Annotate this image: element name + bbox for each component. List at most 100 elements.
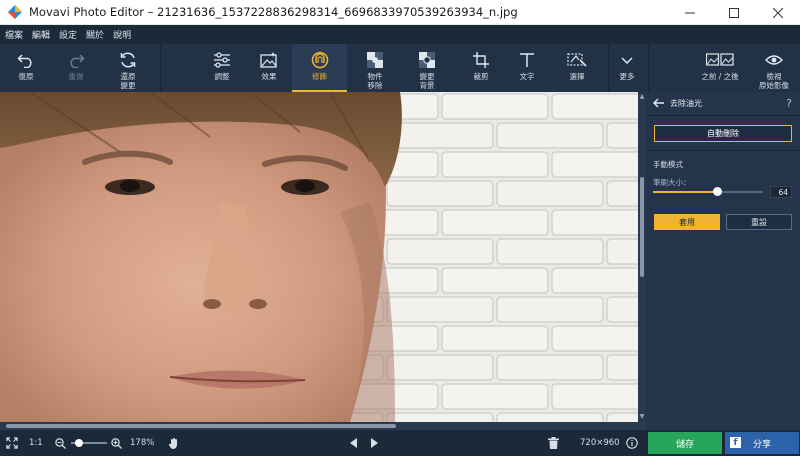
brush-size-label: 筆刷大小： (653, 178, 691, 187)
undo-icon (15, 50, 37, 70)
reset-button[interactable]: 重設 (726, 214, 792, 230)
vertical-scrollbar[interactable]: ▲ ▼ (638, 92, 646, 422)
menu-about[interactable]: 關於 (86, 28, 104, 41)
maximize-button[interactable] (712, 0, 756, 25)
more-label: 更多 (619, 72, 635, 81)
horizontal-scrollbar[interactable] (0, 422, 646, 430)
retouch-tool[interactable]: 修飾 (292, 44, 347, 92)
retouch-label: 修飾 (312, 72, 327, 81)
restore-original-button[interactable]: 還原 變更 (107, 44, 149, 92)
hand-pan-icon[interactable] (168, 430, 180, 456)
change-background-label-line1: 變更 (419, 72, 435, 81)
toolbar-divider (648, 44, 649, 92)
save-button[interactable]: 儲存 (648, 432, 722, 454)
menu-bar: 檔案 編輯 設定 關於 說明 (0, 25, 800, 44)
zoom-in-icon[interactable] (111, 430, 122, 456)
text-tool[interactable]: 文字 (507, 44, 547, 92)
object-removal-label-line2: 移除 (367, 81, 383, 90)
movavi-app-icon (7, 4, 23, 20)
zoom-slider[interactable] (71, 439, 107, 447)
menu-file[interactable]: 檔案 (5, 28, 23, 41)
brush-size-slider[interactable] (653, 187, 763, 196)
panel-divider (646, 150, 800, 151)
toolbar-divider (608, 44, 609, 92)
select-tool[interactable]: 選擇 (556, 44, 598, 92)
crop-label: 裁剪 (473, 72, 489, 81)
view-original-label-line1: 檢視 (766, 72, 782, 81)
maximize-icon (729, 7, 739, 18)
redo-label: 重做 (68, 72, 84, 81)
menu-help[interactable]: 說明 (113, 28, 131, 41)
previous-image-icon[interactable] (350, 430, 358, 456)
more-button[interactable]: 更多 (612, 44, 642, 92)
select-label: 選擇 (569, 72, 585, 81)
object-removal-icon (364, 50, 386, 70)
effects-label: 效果 (261, 72, 277, 81)
redo-button[interactable]: 重做 (56, 44, 96, 92)
restore-original-label-line2: 變更 (120, 81, 136, 90)
view-original-label-line2: 原始影像 (759, 81, 789, 90)
brush-size-slider-handle[interactable] (712, 187, 722, 196)
object-removal-tool[interactable]: 物件 移除 (355, 44, 395, 92)
redo-icon (65, 50, 87, 70)
share-button[interactable]: f 分享 (725, 432, 799, 454)
change-background-label-line2: 背景 (419, 81, 435, 90)
brush-size-value[interactable]: 64 (770, 186, 792, 198)
back-arrow-icon[interactable] (653, 97, 664, 111)
effects-icon (258, 50, 280, 70)
window-title: Movavi Photo Editor – 21231636_153722883… (29, 5, 518, 19)
next-image-icon[interactable] (370, 430, 378, 456)
toolbar-divider (160, 44, 161, 92)
adjust-label: 調整 (214, 72, 230, 81)
panel-title: 去除油光 (670, 99, 702, 108)
auto-remove-button[interactable]: 自動刪除 (654, 125, 792, 142)
text-label: 文字 (519, 72, 535, 81)
help-icon[interactable]: ? (786, 97, 792, 110)
minimize-button[interactable] (668, 0, 712, 25)
select-icon (566, 50, 588, 70)
zoom-slider-handle[interactable] (74, 439, 83, 447)
share-label: 分享 (752, 439, 771, 450)
scroll-up-arrow-icon[interactable]: ▲ (639, 94, 645, 100)
image-canvas[interactable] (0, 92, 638, 422)
text-icon (516, 50, 538, 70)
horizontal-scroll-thumb[interactable] (6, 424, 396, 428)
close-icon (773, 7, 783, 18)
info-icon[interactable] (626, 430, 638, 456)
zoom-out-icon[interactable] (55, 430, 66, 456)
shine-removal-panel: 去除油光 ? 自動刪除 手動模式 筆刷大小： 64 套用 重設 (646, 92, 800, 430)
facebook-icon: f (730, 437, 741, 448)
sliders-icon (211, 50, 233, 70)
before-after-icon (705, 50, 735, 70)
zoom-level: 178% (130, 438, 155, 448)
vertical-scroll-thumb[interactable] (640, 177, 644, 277)
apply-button[interactable]: 套用 (654, 214, 720, 230)
menu-settings[interactable]: 設定 (59, 28, 77, 41)
minimize-icon (685, 12, 695, 13)
image-dimensions: 720×960 (580, 438, 620, 448)
change-background-tool[interactable]: 變更 背景 (407, 44, 447, 92)
brush-size-slider-fill (653, 191, 717, 193)
undo-label: 復原 (18, 72, 34, 81)
chevron-down-icon (616, 50, 638, 70)
retouch-icon (309, 50, 331, 70)
change-background-icon (416, 50, 438, 70)
manual-mode-label: 手動模式 (653, 160, 683, 169)
eye-icon (763, 50, 785, 70)
crop-tool[interactable]: 裁剪 (461, 44, 501, 92)
fit-to-screen-icon[interactable] (6, 430, 18, 456)
effects-tool[interactable]: 效果 (249, 44, 289, 92)
actual-size-button[interactable]: 1:1 (29, 430, 43, 456)
before-after-button[interactable]: 之前 / 之後 (693, 44, 747, 92)
close-button[interactable] (756, 0, 800, 25)
scroll-down-arrow-icon[interactable]: ▼ (639, 414, 645, 420)
adjust-tool[interactable]: 調整 (202, 44, 242, 92)
menu-edit[interactable]: 編輯 (32, 28, 50, 41)
title-bar: Movavi Photo Editor – 21231636_153722883… (0, 0, 800, 25)
undo-button[interactable]: 復原 (6, 44, 46, 92)
object-removal-label-line1: 物件 (367, 72, 383, 81)
edited-photo (0, 92, 638, 422)
panel-header: 去除油光 ? (646, 92, 800, 116)
view-original-button[interactable]: 檢視 原始影像 (752, 44, 796, 92)
trash-icon[interactable] (548, 430, 559, 456)
